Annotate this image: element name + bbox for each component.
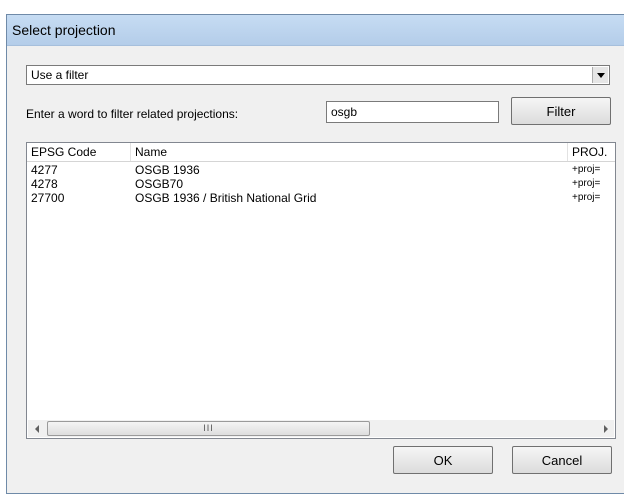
column-header-name[interactable]: Name (131, 143, 568, 161)
table-row[interactable]: 27700 OSGB 1936 / British National Grid … (27, 191, 615, 205)
proj-cell: +proj= (572, 164, 601, 175)
scroll-right-button[interactable] (597, 420, 614, 437)
name-cell: OSGB 1936 / British National Grid (135, 191, 317, 205)
filter-mode-selected: Use a filter (31, 68, 89, 82)
chevron-left-icon (34, 424, 39, 433)
chevron-down-icon (596, 72, 605, 78)
table-row[interactable]: 4278 OSGB70 +proj= (27, 177, 615, 191)
horizontal-scrollbar[interactable]: III (28, 420, 614, 437)
column-header-proj[interactable]: PROJ. (568, 143, 615, 161)
chevron-right-icon (603, 424, 608, 433)
filter-mode-dropdown[interactable]: Use a filter (26, 65, 610, 85)
projection-list[interactable]: EPSG Code Name PROJ. 4277 OSGB 1936 +pro… (26, 142, 616, 439)
filter-input[interactable] (326, 101, 499, 123)
epsg-cell: 27700 (31, 191, 65, 205)
name-cell: OSGB 1936 (135, 163, 200, 177)
proj-cell: +proj= (572, 192, 601, 203)
scrollbar-thumb[interactable]: III (47, 421, 370, 436)
title-bar: Select projection (7, 15, 624, 46)
column-header-epsg-code[interactable]: EPSG Code (27, 143, 131, 161)
filter-button[interactable]: Filter (511, 97, 611, 125)
proj-cell: +proj= (572, 178, 601, 189)
grip-icon: III (203, 423, 214, 433)
ok-button[interactable]: OK (393, 446, 493, 474)
list-rows: 4277 OSGB 1936 +proj= 4278 OSGB70 +proj=… (27, 163, 615, 205)
table-row[interactable]: 4277 OSGB 1936 +proj= (27, 163, 615, 177)
select-projection-dialog: Select projection Use a filter Enter a w… (6, 14, 624, 494)
epsg-cell: 4278 (31, 177, 58, 191)
list-header: EPSG Code Name PROJ. (27, 143, 615, 162)
epsg-cell: 4277 (31, 163, 58, 177)
dialog-client-area: Use a filter Enter a word to filter rela… (7, 46, 624, 493)
dropdown-button[interactable] (592, 67, 608, 83)
cancel-button[interactable]: Cancel (512, 446, 612, 474)
dialog-title: Select projection (12, 22, 116, 38)
scroll-left-button[interactable] (28, 420, 45, 437)
filter-label: Enter a word to filter related projectio… (26, 107, 239, 121)
name-cell: OSGB70 (135, 177, 184, 191)
